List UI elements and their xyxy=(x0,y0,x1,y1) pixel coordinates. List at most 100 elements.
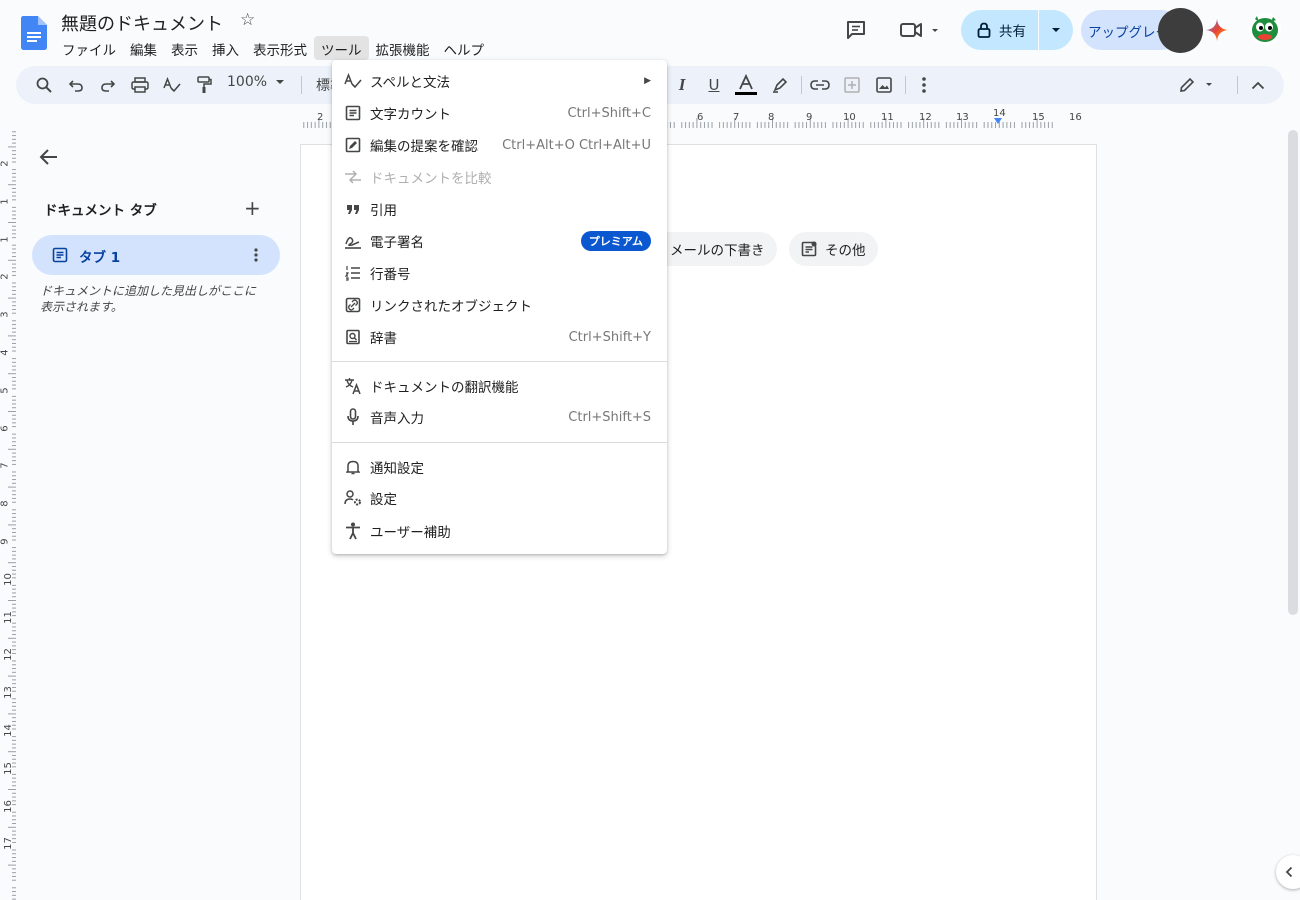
ruler-number: 14 xyxy=(993,108,1006,119)
document-title[interactable]: 無題のドキュメント xyxy=(61,10,223,36)
chip-label: メールの下書き xyxy=(670,243,765,259)
chevron-down-icon xyxy=(276,80,285,84)
more-chip[interactable]: その他 xyxy=(789,232,878,266)
menu-item-label: ドキュメントの翻訳機能 xyxy=(370,380,519,396)
menu-item-citation[interactable]: 引用 xyxy=(332,193,667,225)
ruler-number: 12 xyxy=(2,648,14,662)
insert-image-icon[interactable] xyxy=(872,73,896,97)
menu-tools[interactable]: ツール xyxy=(314,36,369,60)
microphone-icon xyxy=(344,408,362,426)
premium-badge: プレミアム xyxy=(580,231,651,251)
menu-extensions[interactable]: 拡張機能 xyxy=(369,36,437,60)
menu-insert[interactable]: 挿入 xyxy=(205,36,246,60)
share-button[interactable]: 共有 xyxy=(961,10,1073,50)
add-comment-icon[interactable] xyxy=(840,73,864,97)
ruler-number: 13 xyxy=(2,686,14,700)
menu-item-label: 設定 xyxy=(370,492,397,508)
ruler-number: 11 xyxy=(2,610,14,624)
ruler-number: 12 xyxy=(919,112,932,123)
word-count-icon xyxy=(344,104,362,122)
dictionary-icon xyxy=(344,328,362,346)
tab-1[interactable]: タブ 1 xyxy=(32,235,280,275)
back-arrow-icon[interactable] xyxy=(38,146,60,168)
menu-item-word-count[interactable]: 文字カウント Ctrl+Shift+C xyxy=(332,97,667,129)
menu-item-settings[interactable]: 設定 xyxy=(332,482,667,514)
quote-icon xyxy=(344,200,362,218)
menu-view[interactable]: 表示 xyxy=(164,36,205,60)
menu-edit[interactable]: 編集 xyxy=(123,36,164,60)
chevron-left-icon xyxy=(1285,866,1293,878)
italic-icon[interactable]: I xyxy=(670,73,694,97)
menu-item-translate[interactable]: ドキュメントの翻訳機能 xyxy=(332,370,667,402)
ruler-number: 2 xyxy=(0,160,11,167)
gemini-icon[interactable] xyxy=(1206,19,1228,41)
collapse-menu-icon[interactable] xyxy=(1246,73,1270,97)
link-icon[interactable] xyxy=(808,73,832,97)
menu-item-line-numbers[interactable]: 行番号 xyxy=(332,257,667,289)
ruler-number: 8 xyxy=(0,500,11,507)
ruler-number: 16 xyxy=(2,799,14,813)
ruler-number: 7 xyxy=(733,112,740,123)
linked-objects-icon xyxy=(344,296,362,314)
email-draft-chip[interactable]: メールの下書き xyxy=(648,232,777,266)
ruler-number: 15 xyxy=(1032,112,1045,123)
menu-item-review-edits[interactable]: 編集の提案を確認 Ctrl+Alt+O Ctrl+Alt+U xyxy=(332,129,667,161)
text-color-icon[interactable] xyxy=(734,73,758,97)
vertical-ruler[interactable]: 2 1 1 2 3 4 5 6 7 8 9 10 11 12 13 14 15 16 17 xyxy=(0,128,16,900)
toolbar-divider xyxy=(905,76,906,94)
menu-item-label: 通知設定 xyxy=(370,461,424,477)
ruler-number: 9 xyxy=(0,538,11,545)
docs-logo-icon[interactable] xyxy=(21,16,47,50)
ruler-number: 3 xyxy=(0,311,11,318)
ruler-number: 1 xyxy=(0,235,11,243)
menu-item-shortcut: Ctrl+Alt+O Ctrl+Alt+U xyxy=(502,137,651,153)
paint-format-icon[interactable] xyxy=(192,73,216,97)
menu-item-shortcut: Ctrl+Shift+Y xyxy=(568,329,651,345)
share-main[interactable]: 共有 xyxy=(961,10,1039,50)
tab-more-icon[interactable] xyxy=(244,243,268,267)
search-icon[interactable] xyxy=(32,73,56,97)
menu-item-dictionary[interactable]: 辞書 Ctrl+Shift+Y xyxy=(332,321,667,353)
meet-icon[interactable] xyxy=(894,14,942,46)
side-panel-toggle[interactable] xyxy=(1276,855,1300,889)
lock-icon xyxy=(977,22,991,38)
ruler-number: 10 xyxy=(2,572,14,586)
menu-item-linked-objects[interactable]: リンクされたオブジェクト xyxy=(332,289,667,321)
menu-item-label: スペルと文法 xyxy=(370,75,451,91)
share-dropdown-icon[interactable] xyxy=(1039,10,1073,50)
avatar[interactable] xyxy=(1249,13,1281,45)
undo-icon[interactable] xyxy=(64,73,88,97)
zoom-select[interactable]: 100% xyxy=(227,74,285,90)
more-options-icon[interactable] xyxy=(912,73,936,97)
submenu-arrow-icon: ▶ xyxy=(644,76,651,86)
outline-hint: ドキュメントに追加した見出しがここに表示されます。 xyxy=(40,284,257,314)
menu-item-accessibility[interactable]: ユーザー補助 xyxy=(332,515,667,547)
menu-format[interactable]: 表示形式 xyxy=(246,36,314,60)
highlight-icon[interactable] xyxy=(768,73,792,97)
menu-help[interactable]: ヘルプ xyxy=(437,36,492,60)
ruler-number: 5 xyxy=(0,387,11,394)
menu-item-label: ドキュメントを比較 xyxy=(370,171,492,187)
signature-icon xyxy=(344,232,362,250)
comments-icon[interactable] xyxy=(840,14,872,46)
redo-icon[interactable] xyxy=(96,73,120,97)
chip-label: その他 xyxy=(825,243,866,259)
add-tab-icon[interactable]: + xyxy=(244,196,261,220)
menu-item-label: 電子署名 xyxy=(370,235,424,251)
ruler-number: 15 xyxy=(2,761,14,775)
tab-label: タブ 1 xyxy=(79,250,121,266)
print-icon[interactable] xyxy=(128,73,152,97)
menu-item-label: 音声入力 xyxy=(370,411,424,427)
menu-item-voice-typing[interactable]: 音声入力 Ctrl+Shift+S xyxy=(332,401,667,433)
underline-icon[interactable]: U xyxy=(702,73,726,97)
share-label: 共有 xyxy=(999,24,1026,40)
scrollbar-thumb[interactable] xyxy=(1288,130,1298,615)
star-icon[interactable]: ☆ xyxy=(240,10,255,30)
menu-file[interactable]: ファイル xyxy=(55,36,123,60)
menu-item-esignature[interactable]: 電子署名 プレミアム xyxy=(332,225,667,257)
editing-mode-icon[interactable] xyxy=(1176,73,1220,97)
menu-item-spelling[interactable]: スペルと文法 ▶ xyxy=(332,65,667,97)
spellcheck-icon[interactable] xyxy=(160,73,184,97)
accessibility-icon xyxy=(344,522,362,540)
menu-item-notification-settings[interactable]: 通知設定 xyxy=(332,451,667,483)
